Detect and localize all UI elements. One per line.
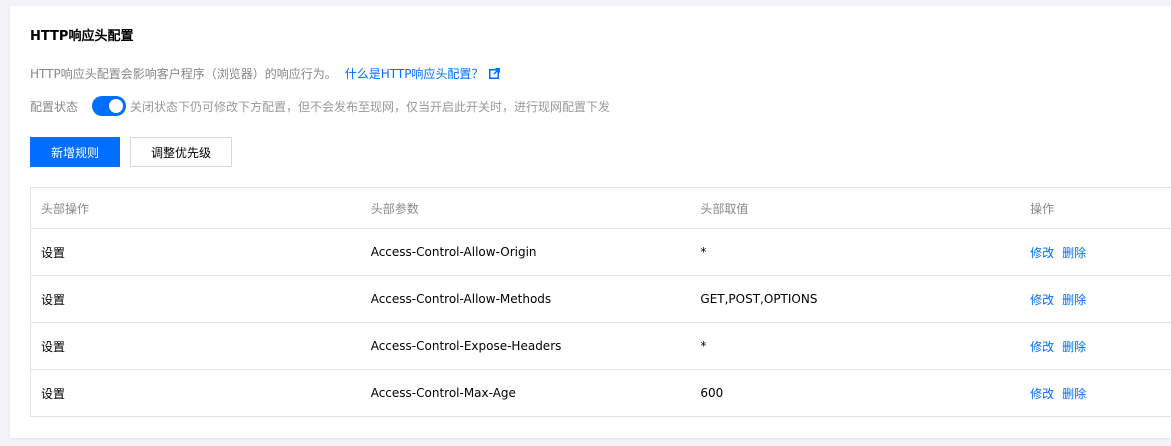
row-operations: 修改 删除	[1020, 244, 1171, 261]
section-description: HTTP响应头配置会影响客户程序（浏览器）的响应行为。 什么是HTTP响应头配置…	[30, 65, 501, 82]
edit-link[interactable]: 修改	[1030, 246, 1054, 260]
row-operations: 修改 删除	[1020, 338, 1171, 355]
description-text: HTTP响应头配置会影响客户程序（浏览器）的响应行为。	[30, 67, 337, 81]
row-action: 设置	[41, 386, 66, 401]
row-param: Access-Control-Allow-Methods	[370, 292, 552, 306]
row-value: GET,POST,OPTIONS	[700, 292, 818, 306]
config-status-row: 配置状态 关闭状态下仍可修改下方配置，但不会发布至现网，仅当开启此开关时，进行现…	[30, 96, 610, 116]
table-row: 设置 Access-Control-Max-Age 600 修改 删除	[31, 369, 1171, 416]
header-rules-table: 头部操作 头部参数 头部取值 操作 设置 Access-Control-Allo…	[30, 187, 1171, 417]
column-header-ops: 操作	[1030, 201, 1055, 216]
table-row: 设置 Access-Control-Allow-Methods GET,POST…	[31, 275, 1171, 322]
row-param: Access-Control-Allow-Origin	[370, 245, 537, 259]
delete-link[interactable]: 删除	[1062, 340, 1086, 354]
delete-link[interactable]: 删除	[1062, 246, 1086, 260]
row-action: 设置	[41, 292, 66, 307]
edit-link[interactable]: 修改	[1030, 340, 1054, 354]
row-operations: 修改 删除	[1020, 291, 1171, 308]
row-param: Access-Control-Expose-Headers	[370, 339, 562, 353]
row-action: 设置	[41, 339, 66, 354]
add-rule-button[interactable]: 新增规则	[30, 137, 120, 167]
help-link[interactable]: 什么是HTTP响应头配置？	[345, 65, 484, 82]
column-header-value: 头部取值	[700, 201, 749, 216]
row-param: Access-Control-Max-Age	[370, 386, 516, 400]
status-label: 配置状态	[30, 99, 79, 114]
table-row: 设置 Access-Control-Allow-Origin * 修改 删除	[31, 228, 1171, 275]
column-header-action: 头部操作	[41, 201, 90, 216]
section-title: HTTP响应头配置	[30, 29, 134, 44]
column-header-param: 头部参数	[370, 201, 419, 216]
table-row: 设置 Access-Control-Expose-Headers * 修改 删除	[31, 322, 1171, 369]
status-hint: 关闭状态下仍可修改下方配置，但不会发布至现网，仅当开启此开关时，进行现网配置下发	[130, 99, 611, 114]
table-header-row: 头部操作 头部参数 头部取值 操作	[31, 188, 1171, 228]
status-toggle[interactable]	[92, 96, 127, 116]
http-header-config-card: HTTP响应头配置 HTTP响应头配置会影响客户程序（浏览器）的响应行为。 什么…	[10, 6, 1171, 438]
adjust-priority-button[interactable]: 调整优先级	[130, 137, 232, 167]
row-value: *	[700, 245, 707, 259]
edit-link[interactable]: 修改	[1030, 387, 1054, 401]
row-operations: 修改 删除	[1020, 385, 1171, 402]
edit-link[interactable]: 修改	[1030, 293, 1054, 307]
delete-link[interactable]: 删除	[1062, 387, 1086, 401]
row-action: 设置	[41, 245, 66, 260]
row-value: *	[700, 339, 707, 353]
toggle-knob	[109, 99, 124, 113]
external-link-icon[interactable]	[489, 68, 501, 79]
row-value: 600	[700, 386, 724, 400]
delete-link[interactable]: 删除	[1062, 293, 1086, 307]
